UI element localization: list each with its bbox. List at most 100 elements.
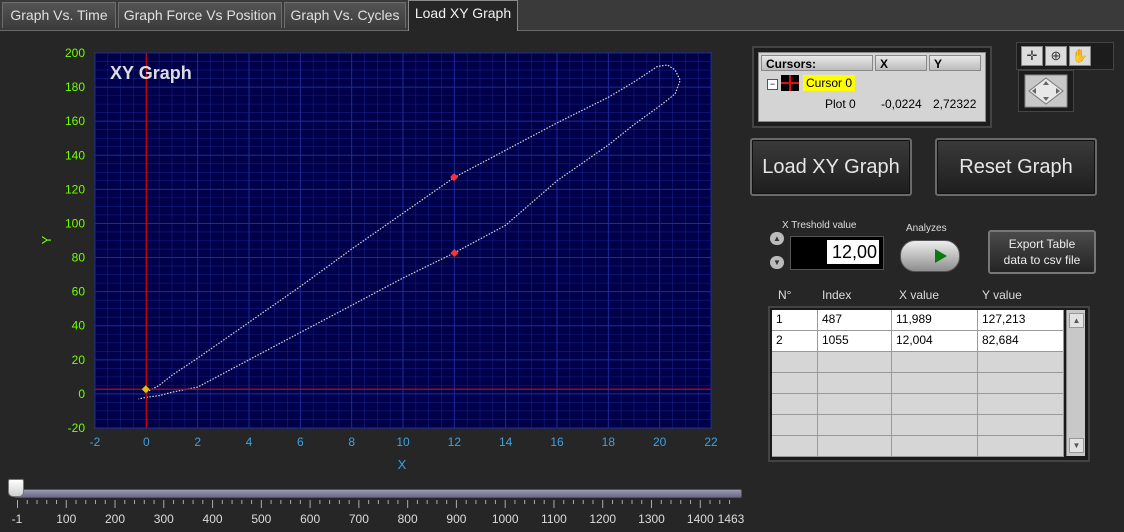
table-empty-cell[interactable] [772,436,818,457]
x-tick-label: 14 [499,435,513,449]
table-cell[interactable]: 2 [772,331,818,352]
xy-graph[interactable]: -2 0 2 4 6 8 10 12 14 16 18 20 22-200204060801001201… [0,0,760,532]
y-tick-label: 0 [78,387,85,401]
load-xy-graph-button[interactable]: Load XY Graph [750,138,912,196]
cursor-crosshair-icon[interactable] [781,75,799,91]
table-header-index: Index [822,288,852,302]
scroll-up-icon[interactable]: ▲ [1069,313,1084,328]
y-tick-label: 120 [65,182,85,196]
table-cell[interactable]: 127,213 [978,310,1064,331]
slider-tick-label: 500 [251,512,271,526]
slider-tick-label: 1463 [718,512,745,526]
x-tick-label: 4 [246,435,253,449]
table-cell[interactable]: 487 [818,310,892,331]
table-empty-cell[interactable] [892,373,978,394]
index-slider-track[interactable] [14,489,742,498]
x-tick-label: 6 [297,435,304,449]
table-empty-cell[interactable] [892,352,978,373]
cursor-y-value: 2,72322 [933,97,977,111]
cursor-name[interactable]: Cursor 0 [803,75,856,91]
cursor-col-x: X [875,55,927,71]
table-empty-cell[interactable] [892,436,978,457]
y-axis-label: Y [39,235,54,244]
x-tick-label: -2 [90,435,101,449]
x-tick-label: 22 [704,435,718,449]
x-tick-label: 12 [448,435,462,449]
table-cell[interactable]: 12,004 [892,331,978,352]
increment-icon[interactable]: ▲ [770,232,784,245]
slider-tick-label: 400 [203,512,223,526]
analyzes-button[interactable] [900,240,960,272]
cursor-tool-icon[interactable]: ✛ [1021,46,1043,66]
cursors-header: Cursors: [761,55,873,71]
table-empty-cell[interactable] [978,373,1064,394]
decrement-icon[interactable]: ▼ [770,256,784,269]
slider-tick-label: 600 [300,512,320,526]
slider-tick-label: 1200 [589,512,616,526]
plot-name: Plot 0 [825,97,856,111]
export-label-line1: Export Table [1008,237,1076,251]
table-empty-cell[interactable] [892,415,978,436]
slider-tick-label: -1 [12,512,23,526]
slider-tick-label: 1300 [638,512,665,526]
x-tick-label: 10 [396,435,410,449]
slider-tick-label: 200 [105,512,125,526]
slider-tick-label: 1100 [541,512,567,526]
export-label-line2: data to csv file [1003,253,1081,267]
zoom-icon[interactable]: ⊕ [1045,46,1067,66]
x-tick-label: 16 [550,435,564,449]
cursor-col-y: Y [929,55,981,71]
y-tick-label: 60 [72,285,86,299]
table-empty-cell[interactable] [892,394,978,415]
table-empty-cell[interactable] [978,415,1064,436]
table-empty-cell[interactable] [978,394,1064,415]
table-empty-cell[interactable] [978,436,1064,457]
slider-tick-label: 1000 [492,512,519,526]
table-header-no: N° [778,288,792,302]
x-tick-label: 18 [602,435,616,449]
table-empty-cell[interactable] [818,436,892,457]
table-cell[interactable]: 11,989 [892,310,978,331]
table-empty-cell[interactable] [818,352,892,373]
threshold-label: X Treshold value [782,220,857,231]
y-tick-label: 200 [65,46,85,60]
slider-tick-label: 800 [398,512,418,526]
slider-tick-label: 300 [154,512,174,526]
threshold-input[interactable]: 12,00 [790,236,884,270]
table-empty-cell[interactable] [772,415,818,436]
x-tick-label: 2 [194,435,201,449]
table-header-x: X value [899,288,940,302]
slider-tick-label: 900 [446,512,466,526]
table-cell[interactable]: 1 [772,310,818,331]
scroll-down-icon[interactable]: ▼ [1069,438,1084,453]
export-csv-button[interactable]: Export Table data to csv file [988,230,1096,274]
x-tick-label: 0 [143,435,150,449]
y-tick-label: 40 [72,319,86,333]
analyzes-label: Analyzes [906,223,947,234]
slider-tick-label: 700 [349,512,369,526]
cursor-move-pad[interactable] [1018,70,1074,112]
table-empty-cell[interactable] [818,415,892,436]
index-slider-thumb[interactable] [8,479,24,497]
slider-tick-label: 1400 [687,512,714,526]
table-empty-cell[interactable] [772,394,818,415]
table-empty-cell[interactable] [818,373,892,394]
results-table[interactable]: 1 487 11,989 127,213 2 1055 12,004 82,684 ▲ ▼ [768,306,1090,462]
pan-hand-icon[interactable]: ✋ [1069,46,1091,66]
cursor-x-value: -0,0224 [881,97,922,111]
y-tick-label: -20 [68,421,86,435]
table-scrollbar[interactable]: ▲ ▼ [1066,310,1085,456]
collapse-icon[interactable]: − [767,79,778,90]
table-empty-cell[interactable] [772,373,818,394]
table-empty-cell[interactable] [978,352,1064,373]
table-empty-cell[interactable] [772,352,818,373]
threshold-value[interactable]: 12,00 [827,240,879,264]
y-tick-label: 140 [65,148,85,162]
x-tick-label: 20 [653,435,667,449]
x-tick-label: 8 [348,435,355,449]
table-cell[interactable]: 1055 [818,331,892,352]
reset-graph-button[interactable]: Reset Graph [935,138,1097,196]
y-tick-label: 20 [72,353,86,367]
table-cell[interactable]: 82,684 [978,331,1064,352]
table-empty-cell[interactable] [818,394,892,415]
